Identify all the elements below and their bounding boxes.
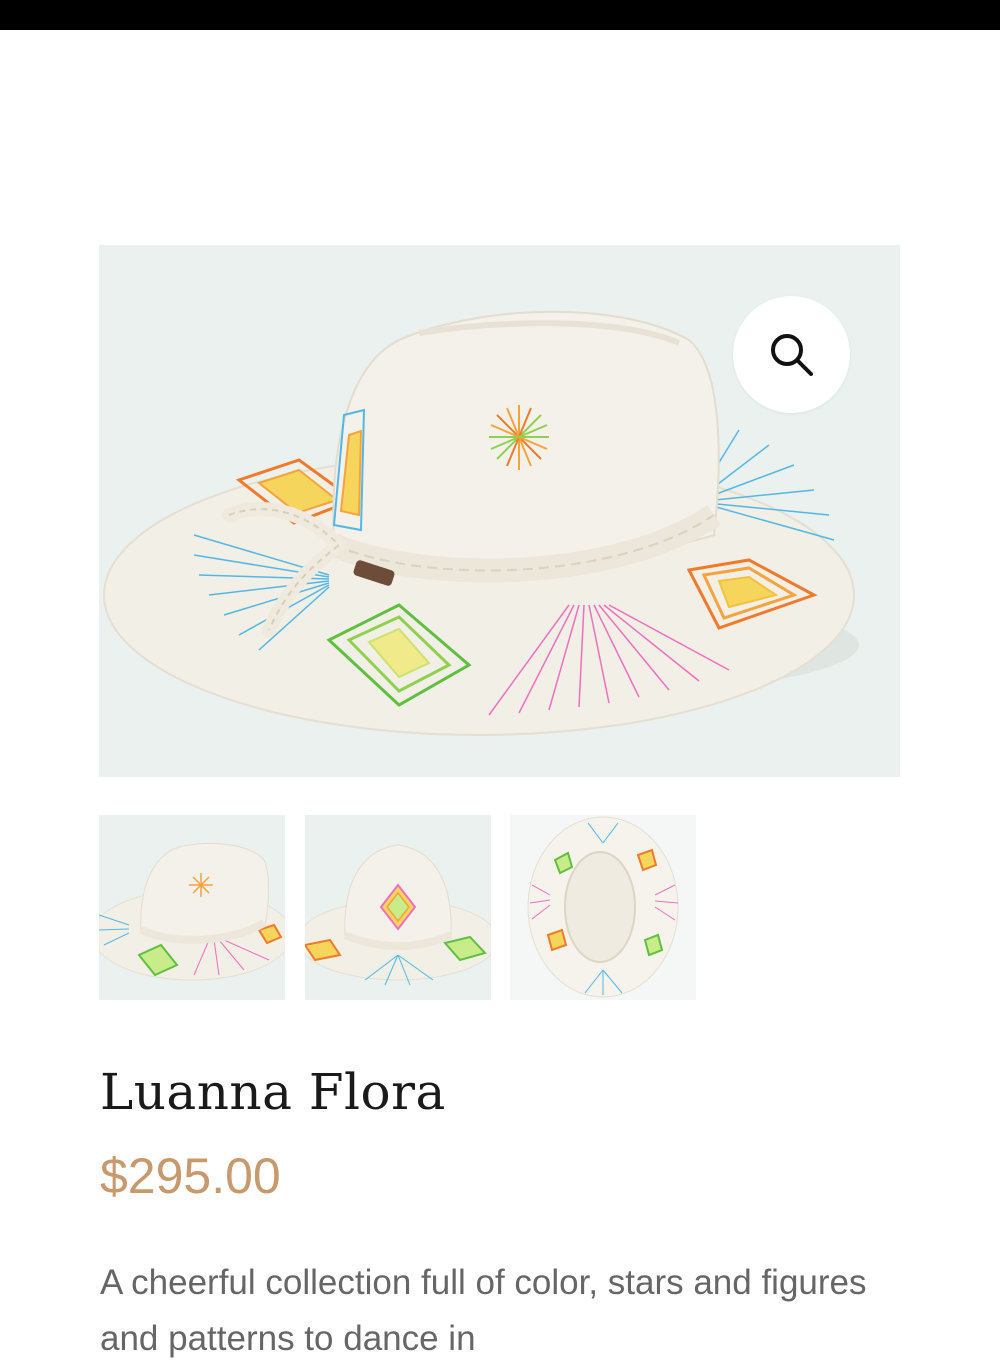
thumbnail-side-view[interactable] [99,815,285,1000]
product-description: A cheerful collection full of color, sta… [100,1263,867,1358]
thumbnail-top-view[interactable] [510,815,696,1000]
magnifier-icon [771,334,813,376]
product-title: Luanna Flora [100,1063,446,1121]
thumbnail-front-view[interactable] [305,815,491,1000]
zoom-button[interactable] [733,296,850,413]
product-price: $295.00 [100,1148,281,1204]
status-bar [0,0,1000,30]
